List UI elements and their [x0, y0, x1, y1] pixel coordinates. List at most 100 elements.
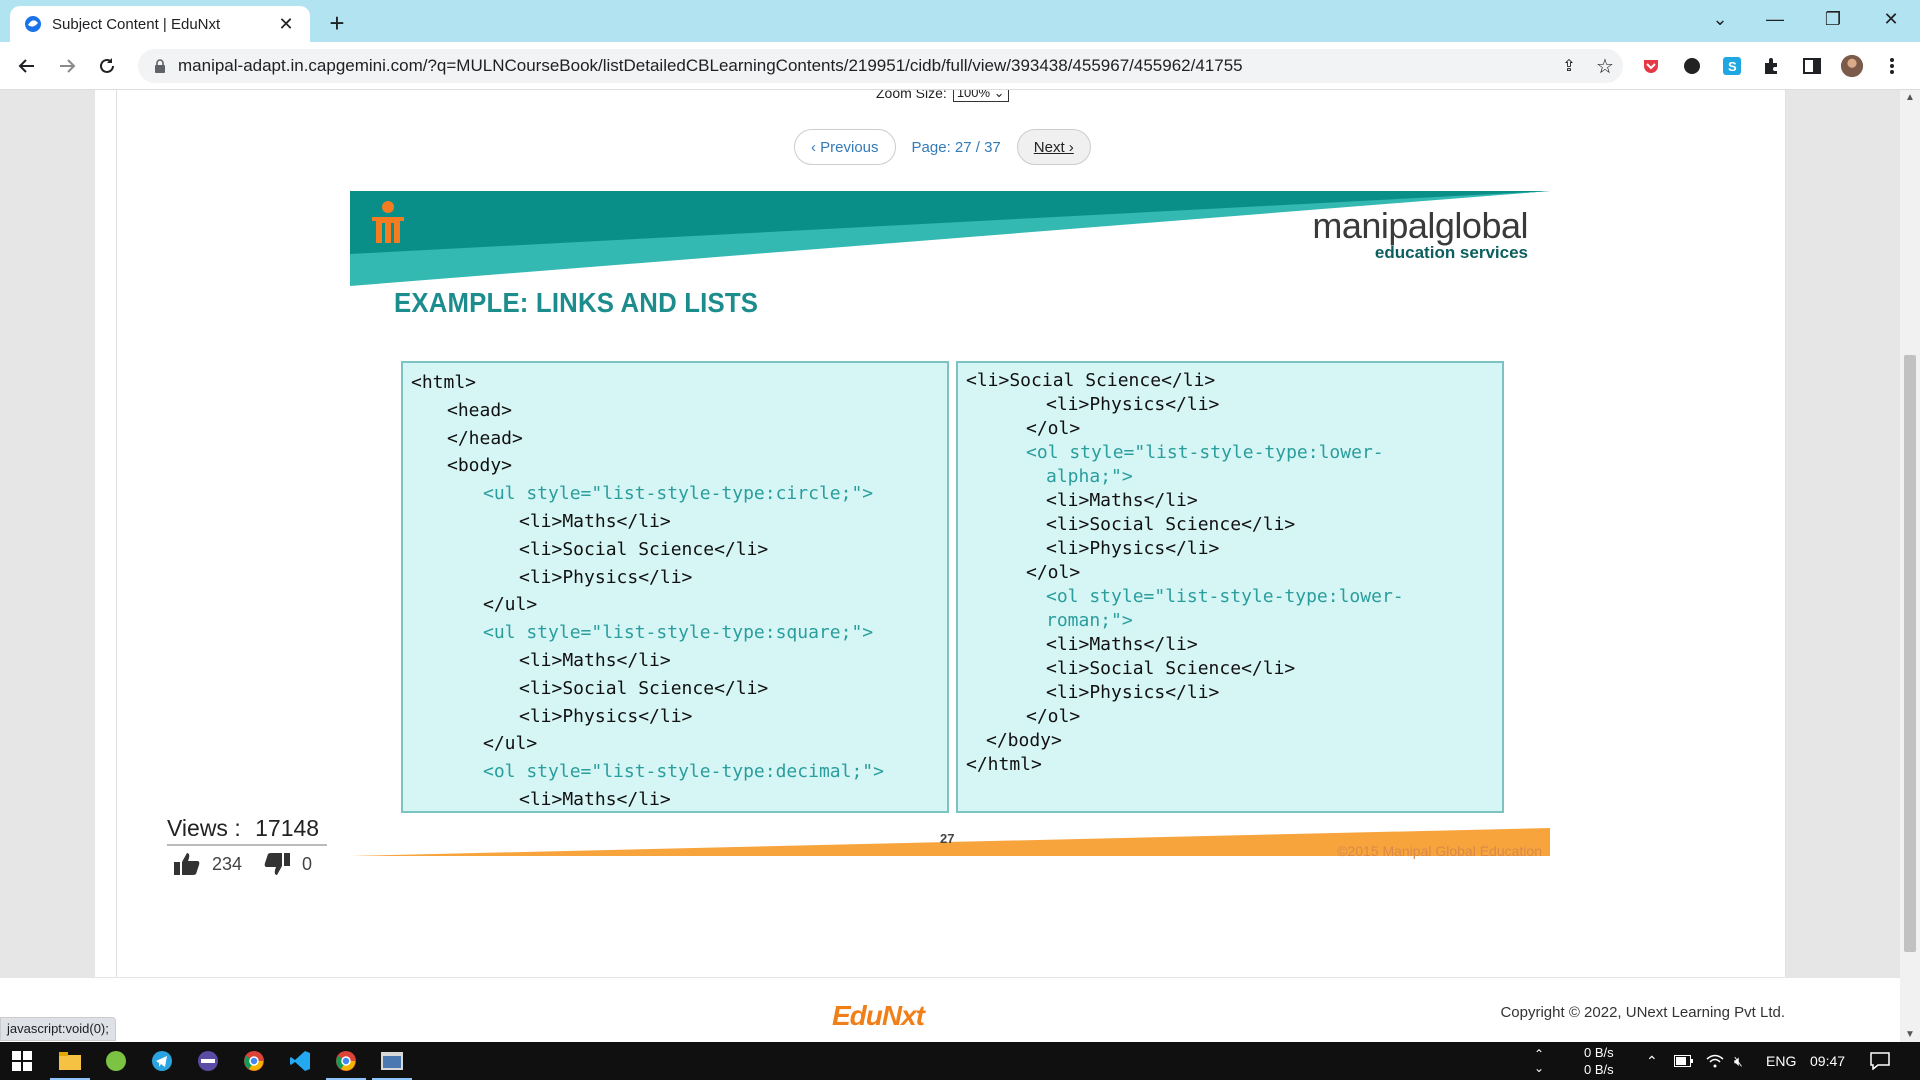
windows-start-icon[interactable] [8, 1047, 36, 1075]
net-upload: 0 B/s [1584, 1045, 1614, 1060]
scroll-down-icon[interactable]: ▼ [1905, 1029, 1915, 1040]
code-line: roman;"> [1046, 610, 1133, 631]
code-line: <ul style="list-style-type:square;"> [483, 622, 874, 644]
restore-button[interactable]: ❐ [1813, 4, 1853, 34]
code-line: <li>Social Science</li> [519, 677, 769, 699]
file-explorer-icon[interactable] [56, 1047, 84, 1075]
address-bar[interactable]: manipal-adapt.in.capgemini.com/?q=MULNCo… [138, 49, 1623, 83]
chrome-menu-icon[interactable] [1880, 54, 1904, 78]
page-navigator: ‹ Previous Page: 27 / 37 Next › [794, 129, 1091, 165]
wifi-icon[interactable] [1706, 1042, 1724, 1080]
code-line: <li>Social Science</li> [1046, 658, 1296, 679]
code-line: <li>Maths</li> [519, 510, 671, 532]
browser-toolbar: manipal-adapt.in.capgemini.com/?q=MULNCo… [0, 42, 1920, 90]
code-line: </body> [986, 730, 1062, 751]
code-line: <head> [447, 399, 513, 421]
zoom-label: Zoom Size: [876, 90, 947, 101]
code-line: <li>Social Science</li> [519, 538, 769, 560]
footer-copyright: Copyright © 2022, UNext Learning Pvt Ltd… [1500, 1004, 1785, 1021]
chrome-active-icon[interactable] [332, 1047, 360, 1075]
tab-strip: Subject Content | EduNxt ✕ + ⌄ — ❐ ✕ [0, 0, 1920, 42]
side-panel-icon[interactable] [1800, 54, 1824, 78]
previous-page-button[interactable]: ‹ Previous [794, 129, 896, 165]
scrollbar-thumb[interactable] [1904, 355, 1916, 952]
code-line: <li>Social Science</li> [966, 370, 1216, 391]
tray-arrows-icon[interactable]: ⌃ ⌄ [1534, 1042, 1544, 1080]
code-line: <ol style="list-style-type:lower- [1046, 586, 1404, 607]
brand-logo: manipalglobal education services [1312, 205, 1528, 263]
net-download: 0 B/s [1584, 1062, 1614, 1077]
input-language[interactable]: ENG [1766, 1042, 1796, 1080]
code-line: <ol style="list-style-type:decimal;"> [483, 761, 884, 783]
page-viewport: Zoom Size: 100% ⌄ ‹ Previous Page: 27 / … [0, 90, 1900, 1042]
pocket-extension-icon[interactable] [1639, 54, 1663, 78]
app-purple-icon[interactable] [194, 1047, 222, 1075]
code-line: <li>Physics</li> [519, 705, 693, 727]
slide-copyright: ©2015 Manipal Global Education [1337, 843, 1542, 859]
zoom-value: 100% [956, 90, 991, 100]
profile-avatar[interactable] [1840, 54, 1864, 78]
bookmark-star-icon[interactable]: ☆ [1587, 54, 1623, 79]
code-line: <li>Maths</li> [519, 649, 671, 671]
network-speed: 0 B/s 0 B/s [1584, 1042, 1614, 1080]
likes-count: 234 [212, 853, 243, 874]
views-value: 17148 [255, 815, 320, 841]
page-indicator: Page: 27 / 37 [911, 138, 1001, 156]
forward-arrow-icon [60, 59, 76, 73]
url-text[interactable]: manipal-adapt.in.capgemini.com/?q=MULNCo… [178, 56, 1551, 76]
site-footer: EduNxt Copyright © 2022, UNext Learning … [0, 977, 1900, 1042]
slide-page-number: 27 [940, 831, 955, 846]
tab-close-icon[interactable]: ✕ [276, 14, 296, 35]
edunxt-favicon-icon [25, 16, 41, 32]
clock[interactable]: 09:47 [1810, 1042, 1845, 1080]
code-line: <ol style="list-style-type:lower- [1026, 442, 1384, 463]
s-extension-icon[interactable]: S [1720, 54, 1744, 78]
app-window-icon[interactable] [378, 1047, 406, 1075]
battery-icon[interactable] [1674, 1042, 1694, 1080]
code-line: <li>Physics</li> [1046, 394, 1220, 415]
brand-main-text: manipalglobal [1312, 205, 1528, 246]
vscode-icon[interactable] [286, 1047, 314, 1075]
tray-expand-icon[interactable]: ⌃ [1646, 1042, 1658, 1080]
code-line: <li>Physics</li> [1046, 538, 1220, 559]
code-line: alpha;"> [1046, 466, 1133, 487]
chrome-icon[interactable] [240, 1047, 268, 1075]
puzzle-extensions-icon[interactable] [1760, 54, 1784, 78]
new-tab-button[interactable]: + [322, 8, 352, 39]
code-line: <body> [447, 455, 513, 477]
volume-muted-icon[interactable]: 🔇︎ [1734, 1042, 1743, 1080]
app-green-icon[interactable] [102, 1047, 130, 1075]
code-line: <ul style="list-style-type:circle;"> [483, 483, 874, 505]
rating-bar: 234 0 [174, 852, 312, 876]
forward-button[interactable] [51, 50, 83, 82]
dislikes-count: 0 [302, 853, 313, 874]
minimize-button[interactable]: — [1755, 4, 1795, 34]
notification-center-icon[interactable] [1870, 1042, 1890, 1080]
tab-search-icon[interactable]: ⌄ [1700, 4, 1740, 34]
share-icon[interactable]: ⇪ [1551, 56, 1587, 76]
code-line: </head> [447, 427, 523, 449]
next-page-button[interactable]: Next › [1016, 129, 1091, 165]
tab-title: Subject Content | EduNxt [52, 15, 221, 33]
code-line: </ul> [483, 733, 538, 755]
thumbs-down-icon[interactable] [264, 852, 291, 876]
slide: manipalglobal education services EXAMPLE… [350, 191, 1550, 867]
browser-tab[interactable]: Subject Content | EduNxt ✕ [10, 6, 310, 42]
views-label: Views : [167, 815, 241, 841]
code-line: <li>Maths</li> [1046, 634, 1198, 655]
thumbs-up-icon[interactable] [174, 852, 200, 876]
code-line: </ul> [483, 594, 538, 616]
zoom-select[interactable]: 100% ⌄ [952, 90, 1009, 102]
code-line: <li>Maths</li> [519, 788, 671, 810]
back-button[interactable] [11, 50, 43, 82]
close-window-button[interactable]: ✕ [1871, 4, 1911, 34]
code-box-right: <li>Social Science</li> <li>Physics</li> <… [956, 361, 1504, 813]
scroll-up-icon[interactable]: ▲ [1905, 92, 1915, 103]
code-line: </html> [966, 754, 1042, 775]
extension-icon[interactable] [1680, 54, 1704, 78]
zoom-control: Zoom Size: 100% ⌄ [876, 90, 1009, 102]
telegram-icon[interactable] [148, 1047, 176, 1075]
code-line: </ol> [1026, 418, 1081, 439]
edunxt-footer-logo: EduNxt [832, 1000, 925, 1031]
reload-button[interactable] [91, 50, 123, 82]
